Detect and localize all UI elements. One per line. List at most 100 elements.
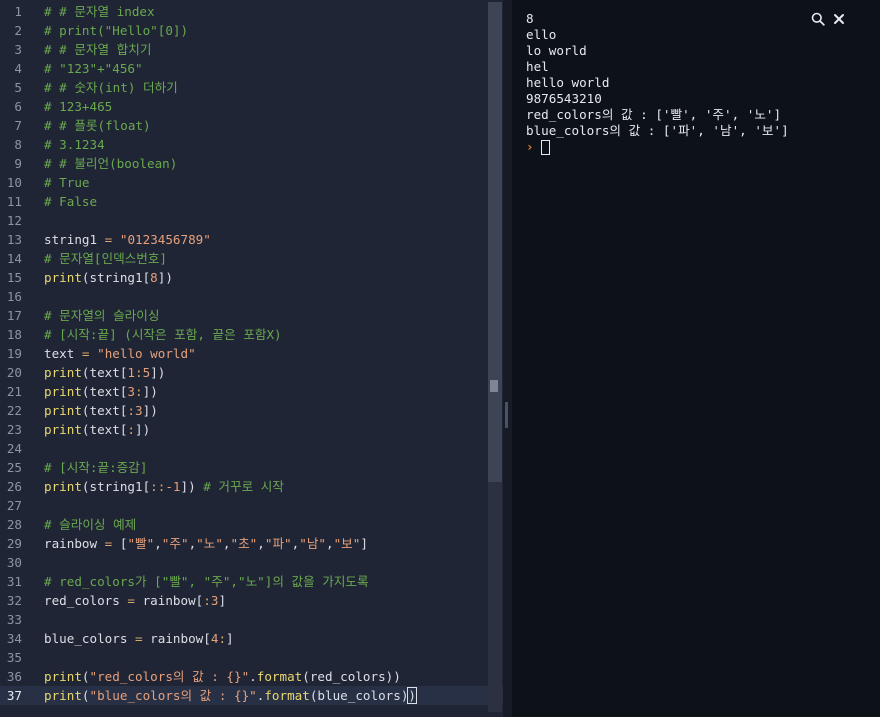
line-number: 8: [14, 137, 22, 152]
code-line[interactable]: 1 # # 문자열 index: [0, 2, 503, 21]
editor-scroll-marker: [490, 380, 498, 392]
code-token: (string1[: [81, 270, 151, 285]
code-text: # 슬라이싱 예제: [44, 515, 136, 534]
code-text: # False: [44, 192, 97, 211]
code-token: ]: [360, 536, 368, 551]
code-line[interactable]: 29 rainbow = ["빨","주","노","초","파","남","보"…: [0, 534, 503, 553]
code-line[interactable]: 24: [0, 439, 503, 458]
pane-splitter[interactable]: [503, 0, 512, 717]
code-editor[interactable]: 1 # # 문자열 index 2 # print("Hello"[0]) 3 # # 문…: [0, 0, 503, 717]
code-token: # 슬라이싱 예제: [44, 517, 137, 532]
code-token: "노": [196, 536, 223, 551]
code-line[interactable]: 18 # [시작:끝] (시작은 포함, 끝은 포함X): [0, 325, 503, 344]
code-line[interactable]: 20 print(text[1:5]): [0, 363, 503, 382]
code-line[interactable]: 31 # red_colors가 ["빨", "주","노"]의 값을 가지도록: [0, 572, 503, 591]
console-output-line: 9876543210: [526, 91, 602, 106]
search-icon[interactable]: [809, 10, 827, 28]
code-line[interactable]: 12: [0, 211, 503, 230]
code-line[interactable]: 7 # # 플롯(float): [0, 116, 503, 135]
code-token: ,: [222, 536, 231, 551]
code-line[interactable]: 17 # 문자열의 슬라이싱: [0, 306, 503, 325]
code-line[interactable]: 26 print(string1[::-1]) # 거꾸로 시작: [0, 477, 503, 496]
code-token: ,: [154, 536, 162, 551]
line-number: 29: [6, 536, 22, 551]
code-line[interactable]: 25 # [시작:끝:증감]: [0, 458, 503, 477]
code-token: print: [44, 669, 82, 684]
code-token: 3: [127, 384, 136, 399]
code-token: "파": [264, 536, 292, 551]
code-line[interactable]: 13 string1 = "0123456789": [0, 230, 503, 249]
code-token: "빨": [127, 536, 155, 551]
code-token: # 거꾸로 시작: [203, 479, 284, 494]
code-text: rainbow = ["빨","주","노","초","파","남","보"]: [44, 534, 368, 553]
console-output-line: 8: [526, 11, 534, 26]
code-text: print(string1[::-1]) # 거꾸로 시작: [44, 477, 284, 496]
code-line[interactable]: 14 # 문자열[인덱스번호]: [0, 249, 503, 268]
code-line[interactable]: 33: [0, 610, 503, 629]
code-line[interactable]: 15 print(string1[8]): [0, 268, 503, 287]
code-text: # print("Hello"[0]): [44, 21, 188, 40]
code-line[interactable]: 35: [0, 648, 503, 667]
line-number: 16: [6, 289, 22, 304]
code-token: format: [264, 688, 310, 703]
code-line[interactable]: 6 # 123+465: [0, 97, 503, 116]
code-line[interactable]: 21 print(text[3:]): [0, 382, 503, 401]
code-line[interactable]: 11 # False: [0, 192, 503, 211]
code-line[interactable]: 16: [0, 287, 503, 306]
code-line[interactable]: 10 # True: [0, 173, 503, 192]
code-line[interactable]: 3 # # 문자열 합치기: [0, 40, 503, 59]
code-token: text: [44, 346, 82, 361]
code-line[interactable]: 34 blue_colors = rainbow[4:]: [0, 629, 503, 648]
code-token: "초": [230, 536, 258, 551]
code-token: 8: [150, 270, 158, 285]
line-number: 22: [6, 403, 22, 418]
code-line[interactable]: 37 print("blue_colors의 값 : {}".format(blu…: [0, 686, 503, 705]
code-line[interactable]: 19 text = "hello world": [0, 344, 503, 363]
code-line[interactable]: 5 # # 숫자(int) 더하기: [0, 78, 503, 97]
code-token: (blue_colors): [309, 688, 409, 703]
code-token: :: [127, 403, 136, 418]
code-token: # # 플롯(float): [44, 118, 151, 133]
console-prompt[interactable]: ›: [526, 139, 550, 155]
console-output-line: ello: [526, 27, 557, 42]
code-text: # 문자열[인덱스번호]: [44, 249, 167, 268]
code-line[interactable]: 28 # 슬라이싱 예제: [0, 515, 503, 534]
console-panel[interactable]: 8 ello lo world hel hello world 9876543210 red…: [512, 0, 880, 717]
code-line[interactable]: 4 # "123"+"456": [0, 59, 503, 78]
editor-scrollbar-thumb[interactable]: [488, 2, 502, 482]
code-line[interactable]: 23 print(text[:]): [0, 420, 503, 439]
code-text: # 문자열의 슬라이싱: [44, 306, 159, 325]
code-text: # [시작:끝] (시작은 포함, 끝은 포함X): [44, 325, 282, 344]
close-icon[interactable]: [830, 10, 848, 28]
line-number: 33: [6, 612, 22, 627]
code-token: ,: [326, 536, 334, 551]
code-token: # # 문자열 index: [44, 4, 155, 19]
editor-scrollbar[interactable]: [488, 2, 502, 712]
code-token: :: [218, 631, 227, 646]
code-line[interactable]: 27: [0, 496, 503, 515]
code-token: rainbow[: [142, 631, 211, 646]
line-number: 1: [14, 4, 22, 19]
code-line[interactable]: 36 print("red_colors의 값 : {}".format(red_…: [0, 667, 503, 686]
code-line[interactable]: 32 red_colors = rainbow[:3]: [0, 591, 503, 610]
code-line[interactable]: 30: [0, 553, 503, 572]
code-text: print(string1[8]): [44, 268, 173, 287]
code-token: (string1[: [81, 479, 151, 494]
code-line[interactable]: 2 # print("Hello"[0]): [0, 21, 503, 40]
code-line[interactable]: 22 print(text[:3]): [0, 401, 503, 420]
code-line[interactable]: 8 # 3.1234: [0, 135, 503, 154]
code-text: # [시작:끝:증감]: [44, 458, 147, 477]
line-number: 15: [6, 270, 22, 285]
code-text: print("red_colors의 값 : {}".format(red_co…: [44, 667, 401, 686]
code-line[interactable]: 9 # # 불리언(boolean): [0, 154, 503, 173]
splitter-grip[interactable]: [505, 402, 508, 428]
line-number: 4: [14, 61, 22, 76]
code-token: format: [256, 669, 303, 684]
code-text: # 123+465: [44, 97, 112, 116]
line-number: 18: [6, 327, 22, 342]
line-number: 20: [6, 365, 22, 380]
code-token: # False: [44, 194, 98, 209]
code-token: blue_colors: [44, 631, 135, 646]
code-token: # 123+465: [44, 99, 113, 114]
